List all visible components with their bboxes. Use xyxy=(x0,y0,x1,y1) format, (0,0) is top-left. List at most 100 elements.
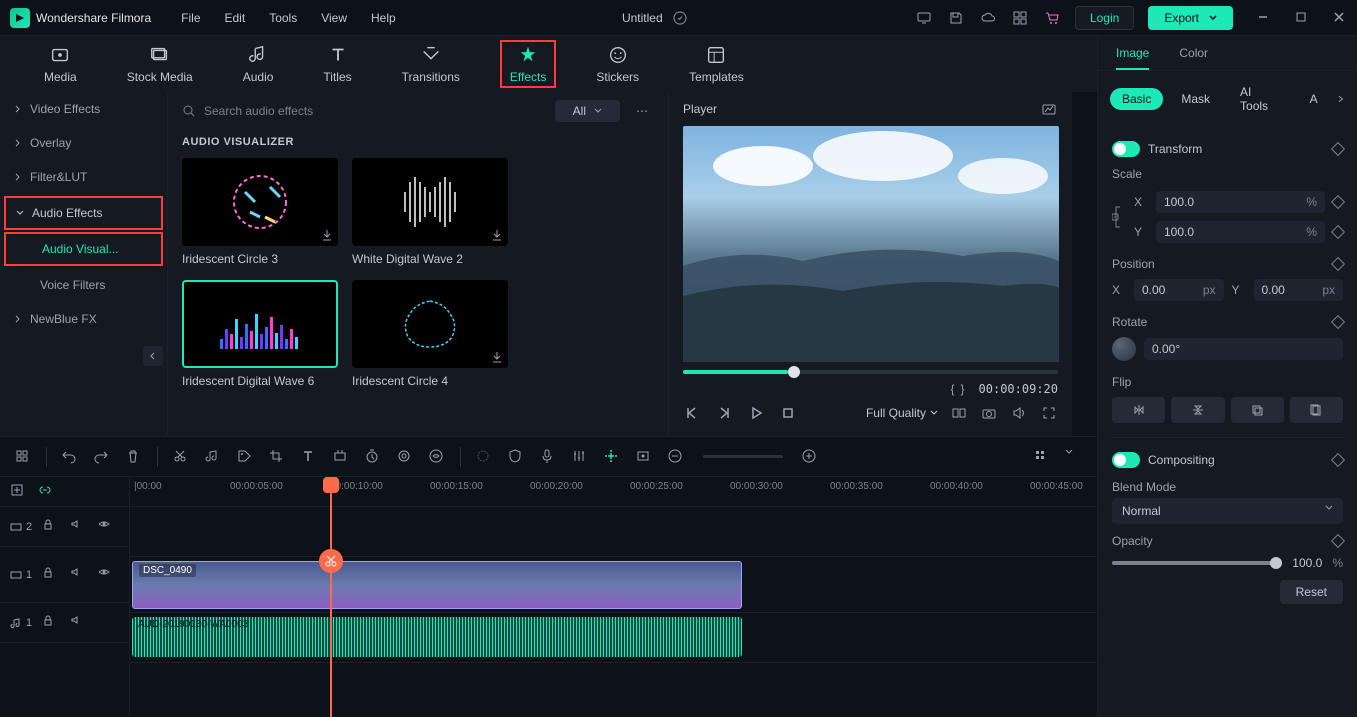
camera-icon[interactable] xyxy=(980,404,998,422)
next-frame-button[interactable] xyxy=(715,404,733,422)
track-v2-mute[interactable] xyxy=(70,518,88,536)
subtab-ai[interactable]: AI Tools xyxy=(1228,81,1292,117)
login-button[interactable]: Login xyxy=(1075,6,1134,30)
opacity-slider[interactable] xyxy=(1112,561,1282,565)
timeline-ruler[interactable]: |00:00 00:00:05:00 00:00:10:00 00:00:15:… xyxy=(130,477,1097,507)
color-button[interactable] xyxy=(396,448,414,466)
tag-button[interactable] xyxy=(236,448,254,466)
flip-h-button[interactable] xyxy=(1112,397,1165,423)
prev-frame-button[interactable] xyxy=(683,404,701,422)
cloud-icon[interactable] xyxy=(979,9,997,27)
track-v2-visible[interactable] xyxy=(98,518,116,536)
track-v1-lane[interactable]: DSC_0490 xyxy=(130,557,1097,613)
track-v2-lock[interactable] xyxy=(42,518,60,536)
export-button[interactable]: Export xyxy=(1148,6,1233,30)
video-clip[interactable]: DSC_0490 xyxy=(132,561,742,609)
auto-cut-button[interactable] xyxy=(603,448,621,466)
mark-out-button[interactable]: } xyxy=(961,382,965,396)
pos-x-input[interactable]: 0.00px xyxy=(1134,279,1224,301)
snapshot-icon[interactable] xyxy=(1040,100,1058,118)
zoom-out-button[interactable] xyxy=(667,448,685,466)
fullscreen-icon[interactable] xyxy=(1040,404,1058,422)
mic-button[interactable] xyxy=(539,448,557,466)
zoom-in-button[interactable] xyxy=(801,448,819,466)
filter-dropdown[interactable]: All xyxy=(555,100,620,122)
save-icon[interactable] xyxy=(947,9,965,27)
track-v1-visible[interactable] xyxy=(98,566,116,584)
keyframe-rotate[interactable] xyxy=(1331,315,1345,329)
monitor-icon[interactable] xyxy=(915,9,933,27)
sidebar-audio-effects[interactable]: Audio Effects xyxy=(4,196,163,230)
keyframe-scale-y[interactable] xyxy=(1331,225,1345,239)
track-v1-mute[interactable] xyxy=(70,566,88,584)
volume-icon[interactable] xyxy=(1010,404,1028,422)
magnet-icon[interactable] xyxy=(14,448,32,466)
track-options[interactable] xyxy=(1033,448,1051,466)
zoom-slider[interactable] xyxy=(703,455,783,458)
link-icon[interactable] xyxy=(1112,203,1128,231)
flip-v-button[interactable] xyxy=(1171,397,1224,423)
effect-card[interactable]: White Digital Wave 2 xyxy=(352,158,508,266)
adjust-button[interactable] xyxy=(571,448,589,466)
maximize-button[interactable] xyxy=(1295,11,1309,25)
text-button[interactable] xyxy=(300,448,318,466)
playhead[interactable] xyxy=(330,477,332,717)
tab-stock-media[interactable]: Stock Media xyxy=(117,40,203,88)
effect-card[interactable]: Iridescent Digital Wave 6 xyxy=(182,280,338,388)
sync-icon[interactable] xyxy=(671,9,689,27)
keyframe-scale-x[interactable] xyxy=(1331,195,1345,209)
timer-button[interactable] xyxy=(364,448,382,466)
copy-button[interactable] xyxy=(1231,397,1284,423)
keyframe-opacity[interactable] xyxy=(1331,534,1345,548)
compositing-toggle[interactable] xyxy=(1112,452,1140,468)
minimize-button[interactable] xyxy=(1257,11,1271,25)
tab-audio[interactable]: Audio xyxy=(233,40,284,88)
music-button[interactable] xyxy=(204,448,222,466)
redo-button[interactable] xyxy=(93,448,111,466)
pos-y-input[interactable]: 0.00px xyxy=(1254,279,1344,301)
render-button[interactable] xyxy=(635,448,653,466)
shield-button[interactable] xyxy=(507,448,525,466)
paste-button[interactable] xyxy=(1290,397,1343,423)
undo-button[interactable] xyxy=(61,448,79,466)
blend-mode-select[interactable]: Normal xyxy=(1112,498,1343,524)
stop-button[interactable] xyxy=(779,404,797,422)
cut-button[interactable] xyxy=(172,448,190,466)
prop-tab-color[interactable]: Color xyxy=(1179,46,1208,70)
menu-tools[interactable]: Tools xyxy=(269,11,297,25)
sidebar-filter-lut[interactable]: Filter&LUT xyxy=(0,160,167,194)
track-a1-mute[interactable] xyxy=(70,614,88,632)
tab-effects[interactable]: Effects xyxy=(500,40,556,88)
rotate-input[interactable]: 0.00° xyxy=(1144,338,1343,360)
tab-stickers[interactable]: Stickers xyxy=(586,40,649,88)
sidebar-overlay[interactable]: Overlay xyxy=(0,126,167,160)
track-v2-lane[interactable] xyxy=(130,507,1097,557)
prop-tab-image[interactable]: Image xyxy=(1116,46,1149,70)
apps-icon[interactable] xyxy=(1011,9,1029,27)
sidebar-newblue[interactable]: NewBlue FX xyxy=(0,302,167,336)
tab-transitions[interactable]: Transitions xyxy=(392,40,470,88)
sidebar-video-effects[interactable]: Video Effects xyxy=(0,92,167,126)
keyframe-position[interactable] xyxy=(1331,257,1345,271)
crop-button[interactable] xyxy=(268,448,286,466)
keyframe-transform[interactable] xyxy=(1331,142,1345,156)
sidebar-audio-visualizer[interactable]: Audio Visual... xyxy=(4,232,163,266)
scale-x-input[interactable]: 100.0% xyxy=(1156,191,1325,213)
scroll-tabs-right[interactable] xyxy=(1336,94,1345,104)
track-a1-lane[interactable]: AUD-20190130-WA0003 xyxy=(130,613,1097,663)
menu-help[interactable]: Help xyxy=(371,11,396,25)
subtab-mask[interactable]: Mask xyxy=(1169,88,1222,110)
track-v1-lock[interactable] xyxy=(42,566,60,584)
progress-bar[interactable] xyxy=(683,370,1058,374)
preview-viewport[interactable] xyxy=(683,126,1059,362)
transform-toggle[interactable] xyxy=(1112,141,1140,157)
effect-card[interactable]: Iridescent Circle 4 xyxy=(352,280,508,388)
compare-icon[interactable] xyxy=(950,404,968,422)
close-button[interactable] xyxy=(1333,11,1347,25)
add-track-button[interactable] xyxy=(10,483,28,501)
collapse-sidebar-button[interactable] xyxy=(143,346,163,366)
tab-media[interactable]: Media xyxy=(34,40,87,88)
subtab-basic[interactable]: Basic xyxy=(1110,88,1163,110)
menu-view[interactable]: View xyxy=(321,11,347,25)
effect-card[interactable]: Iridescent Circle 3 xyxy=(182,158,338,266)
